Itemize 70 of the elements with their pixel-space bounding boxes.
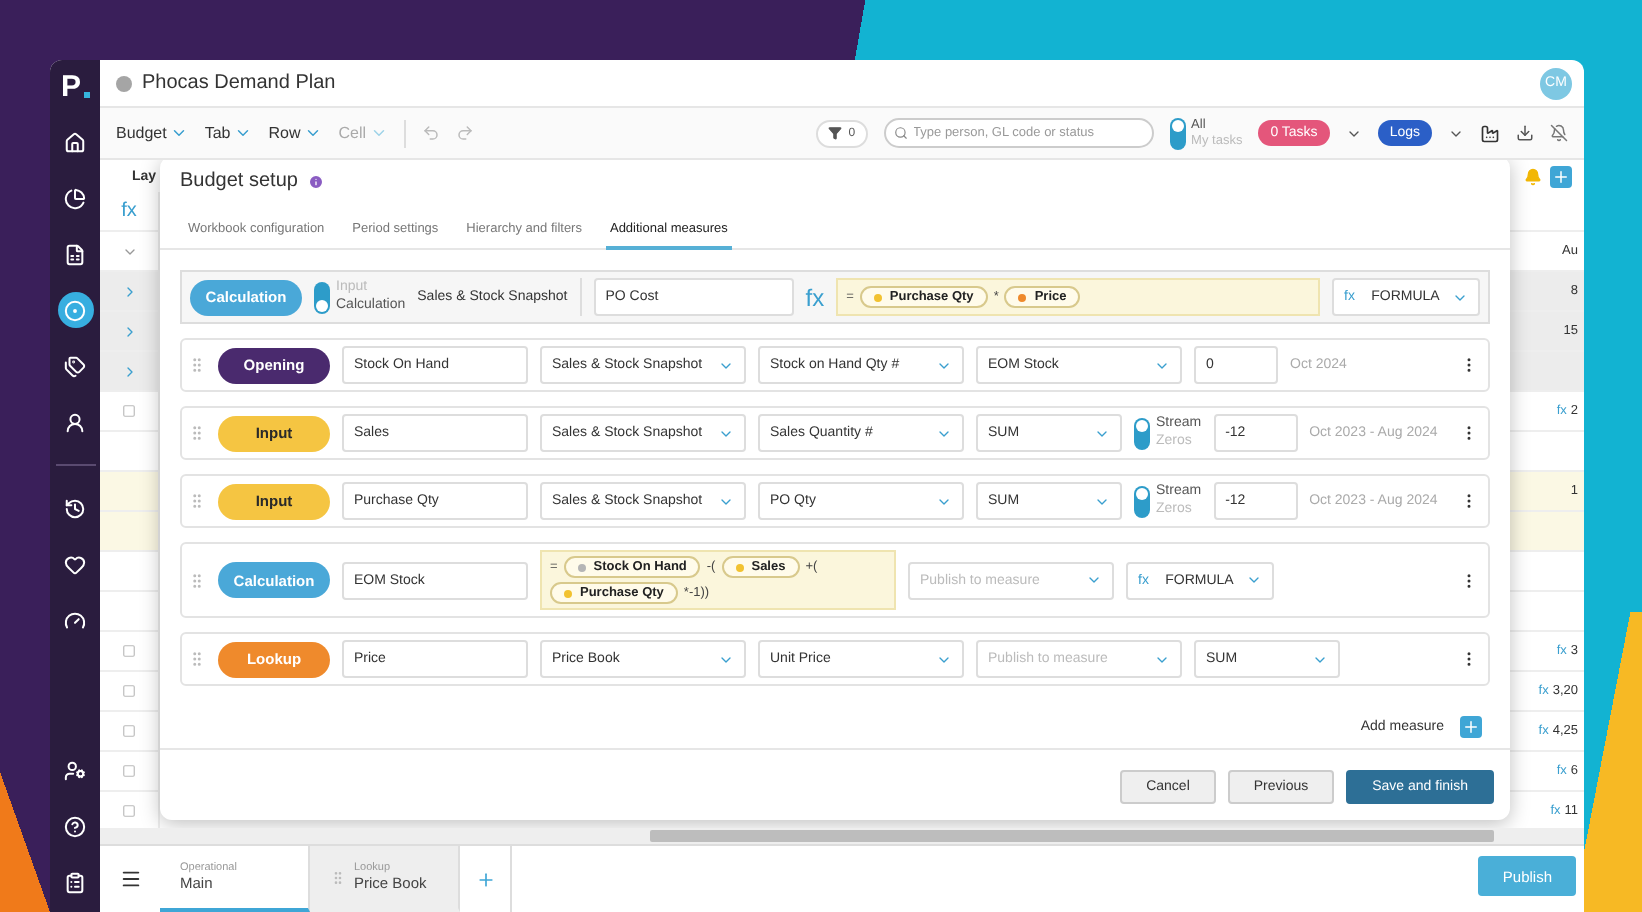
menu-icon xyxy=(119,868,141,890)
menu-button[interactable]: Tab xyxy=(204,124,253,142)
chevron-down-icon xyxy=(304,124,323,142)
user-settings-icon xyxy=(64,759,86,781)
status-dot-icon xyxy=(116,75,132,91)
toggle-switch[interactable] xyxy=(1134,485,1150,517)
redo-icon xyxy=(456,124,475,142)
help-icon xyxy=(64,815,86,837)
horizontal-scrollbar[interactable] xyxy=(100,828,1584,844)
chevron-down-icon xyxy=(234,124,253,142)
menu-button[interactable]: Row xyxy=(268,124,323,142)
info-icon[interactable] xyxy=(307,173,324,189)
gauge-icon xyxy=(64,609,86,631)
window-title: Phocas Demand Plan xyxy=(142,72,336,94)
checkbox[interactable] xyxy=(122,764,136,778)
pie-chart-icon xyxy=(64,187,86,209)
logo: P xyxy=(60,72,89,104)
plus-icon xyxy=(1552,167,1570,185)
formula-icon: fx xyxy=(805,283,825,311)
drag-handle[interactable] xyxy=(188,571,206,589)
grip-icon xyxy=(188,492,206,510)
bell-icon[interactable] xyxy=(1524,167,1542,185)
grip-icon xyxy=(188,571,206,589)
drag-handle[interactable] xyxy=(188,356,206,374)
add-button[interactable] xyxy=(1550,165,1572,187)
dialog-title: Budget setup xyxy=(180,170,298,192)
add-measure-button[interactable] xyxy=(1460,716,1482,738)
redo-button[interactable] xyxy=(456,124,475,142)
heart-icon xyxy=(64,553,86,575)
bell-off-icon xyxy=(1550,124,1568,142)
drag-handle[interactable] xyxy=(188,424,206,442)
toggle-switch[interactable] xyxy=(1169,117,1186,149)
sidebar-item[interactable] xyxy=(57,292,93,328)
plus-icon xyxy=(475,869,495,889)
clipboard-icon xyxy=(64,871,86,893)
grip-icon xyxy=(188,356,206,374)
chevron-down-icon xyxy=(170,124,189,142)
chevron-down-icon xyxy=(1246,572,1262,588)
drag-handle[interactable] xyxy=(188,492,206,510)
home-icon xyxy=(64,131,86,153)
grip-icon xyxy=(188,650,206,668)
grip-icon xyxy=(330,869,346,885)
user-icon xyxy=(64,411,86,433)
checkbox[interactable] xyxy=(122,404,136,418)
history-icon xyxy=(64,497,86,519)
checkbox[interactable] xyxy=(122,644,136,658)
chevron-down-icon xyxy=(1086,572,1102,588)
checkbox[interactable] xyxy=(122,684,136,698)
spreadsheet-icon xyxy=(64,243,86,265)
undo-icon xyxy=(422,124,441,142)
plus-icon xyxy=(1462,718,1480,736)
drag-handle[interactable] xyxy=(188,650,206,668)
notifications-off-button[interactable] xyxy=(1550,124,1568,142)
checkbox[interactable] xyxy=(122,724,136,738)
toggle-switch[interactable] xyxy=(1134,417,1150,449)
factory-icon xyxy=(1480,123,1500,143)
factory-button[interactable] xyxy=(1480,123,1500,143)
target-icon xyxy=(64,299,86,321)
grip-icon xyxy=(188,424,206,442)
download-icon xyxy=(1516,124,1534,142)
toggle-switch[interactable] xyxy=(314,281,330,313)
download-button[interactable] xyxy=(1516,124,1534,142)
search-icon xyxy=(893,126,908,140)
filter-icon xyxy=(828,126,843,140)
chevron-down-icon xyxy=(370,124,389,142)
formula-icon: fx xyxy=(121,200,137,222)
checkbox[interactable] xyxy=(122,804,136,818)
menu-button[interactable]: Budget xyxy=(116,124,189,142)
undo-button[interactable] xyxy=(422,124,441,142)
tags-icon xyxy=(64,355,86,377)
